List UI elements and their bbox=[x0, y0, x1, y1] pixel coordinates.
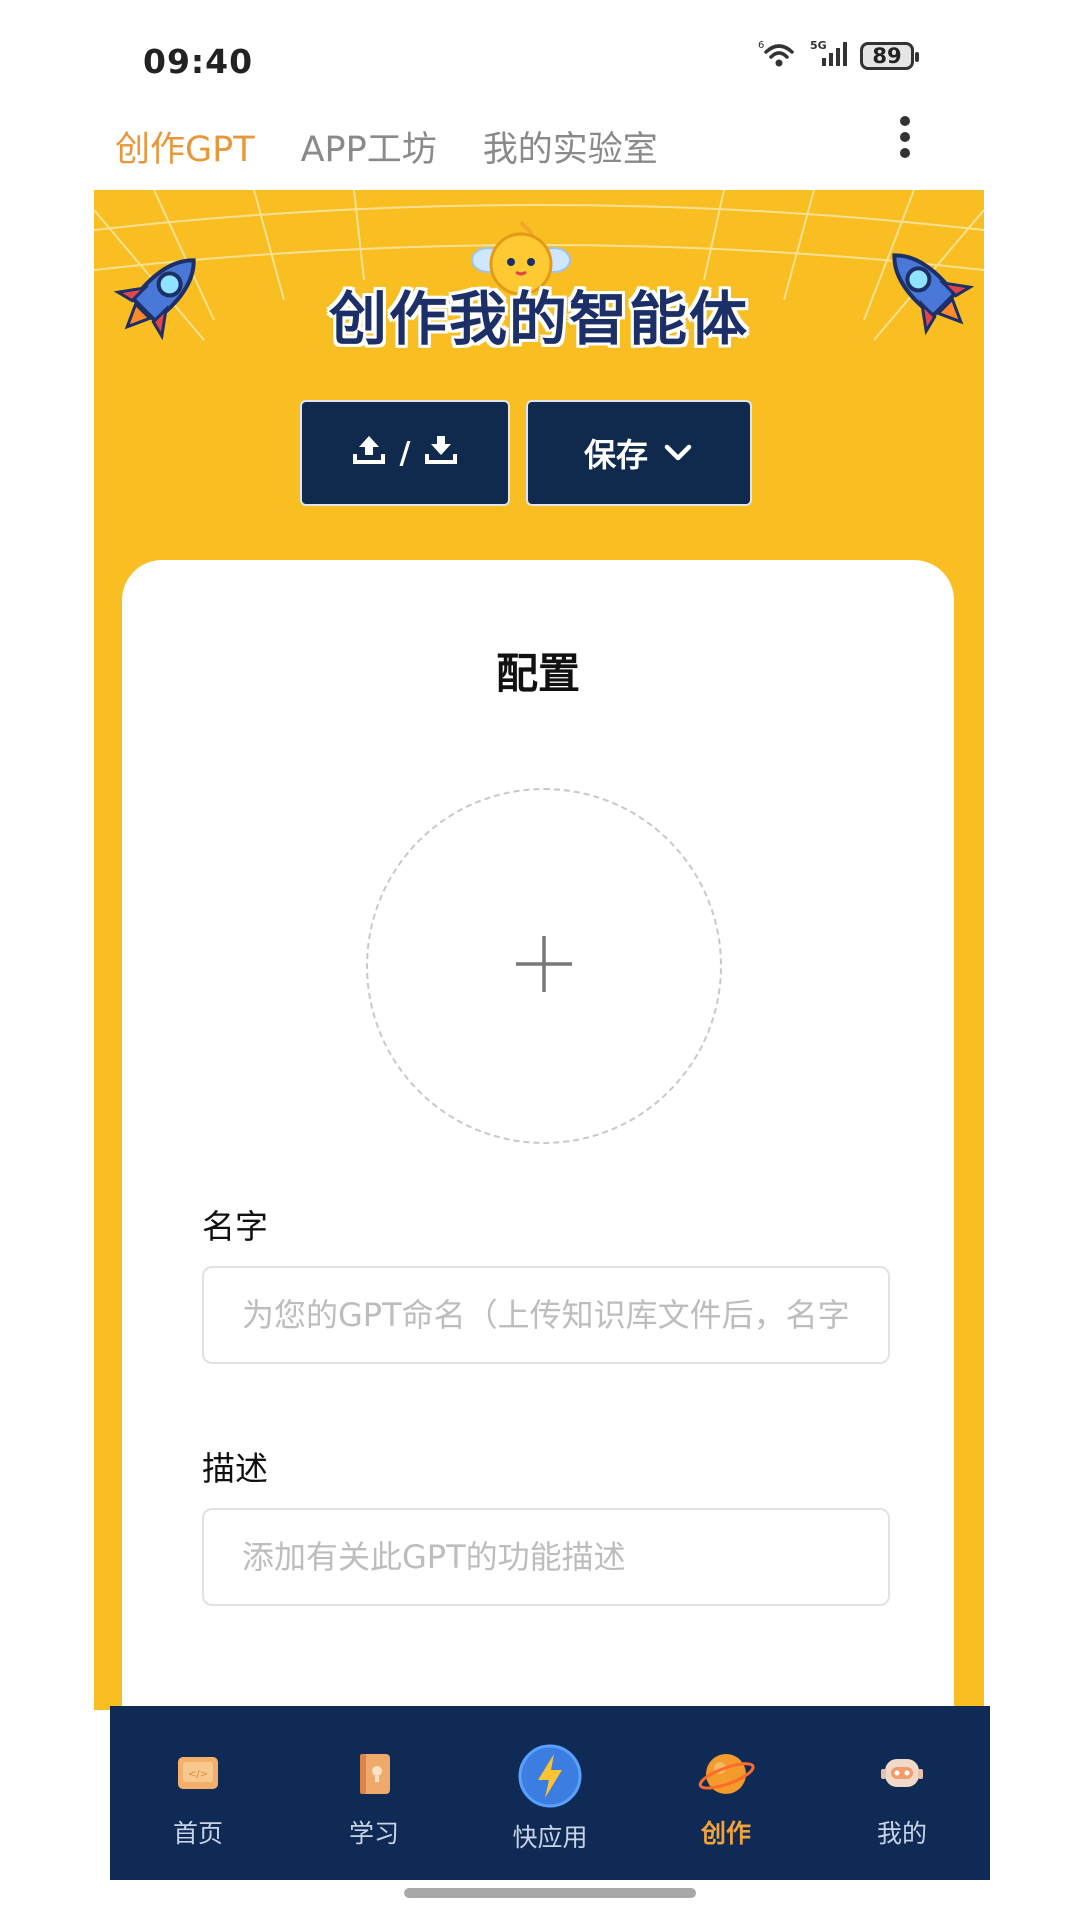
description-label: 描述 bbox=[202, 1449, 268, 1488]
create-agent-panel: 创作我的智能体 / 保存 配置 名字 为您的GPT命名（上传知识库文件后，名字 … bbox=[94, 190, 984, 1710]
banner: 创作我的智能体 bbox=[94, 190, 984, 380]
wifi-icon: 6 bbox=[758, 38, 800, 74]
network-type-label: 5G bbox=[810, 39, 827, 52]
action-toolbar: / 保存 bbox=[300, 400, 752, 506]
description-input[interactable] bbox=[202, 1508, 890, 1606]
battery-indicator: 89 bbox=[860, 42, 919, 70]
avatar-upload-button[interactable] bbox=[366, 788, 722, 1144]
name-label: 名字 bbox=[202, 1207, 268, 1246]
status-icons: 6 5G 89 bbox=[758, 38, 919, 74]
wifi-badge: 6 bbox=[758, 40, 764, 51]
nav-item-learn[interactable]: 学习 bbox=[299, 1744, 449, 1850]
status-bar: 09:40 6 5G 89 bbox=[0, 0, 1078, 110]
import-export-button[interactable]: / bbox=[300, 400, 510, 506]
cellular-signal-icon: 5G bbox=[808, 38, 852, 74]
more-dot-icon bbox=[900, 148, 910, 158]
save-dropdown-button[interactable]: 保存 bbox=[526, 400, 752, 506]
download-icon bbox=[424, 432, 458, 474]
nav-item-home[interactable]: </> 首页 bbox=[123, 1744, 273, 1850]
name-input[interactable] bbox=[202, 1266, 890, 1364]
import-export-separator: / bbox=[399, 435, 411, 471]
more-dot-icon bbox=[900, 132, 910, 142]
book-icon bbox=[344, 1744, 404, 1804]
more-dot-icon bbox=[900, 116, 910, 126]
nav-label-profile: 我的 bbox=[876, 1819, 927, 1848]
nav-label-learn: 学习 bbox=[348, 1819, 399, 1848]
robot-avatar-icon bbox=[872, 1744, 932, 1804]
nav-item-quick-apps[interactable]: 快应用 bbox=[475, 1744, 625, 1854]
bottom-nav-bar: </> 首页 学习 快应用 创作 我的 bbox=[110, 1706, 990, 1880]
banner-title: 创作我的智能体 bbox=[328, 285, 749, 353]
lightning-icon bbox=[518, 1744, 582, 1808]
nav-label-home: 首页 bbox=[172, 1819, 223, 1848]
svg-text:</>: </> bbox=[188, 1769, 208, 1780]
home-indicator[interactable] bbox=[404, 1888, 696, 1898]
chevron-down-icon bbox=[662, 434, 694, 472]
upload-icon bbox=[352, 432, 386, 474]
status-time: 09:40 bbox=[143, 42, 254, 81]
nav-label-quick-apps: 快应用 bbox=[512, 1823, 588, 1852]
config-title: 配置 bbox=[495, 649, 580, 698]
tab-my-lab[interactable]: 我的实验室 bbox=[483, 121, 658, 172]
save-label: 保存 bbox=[583, 436, 648, 474]
app-screen: 09:40 6 5G 89 创作GPT APP工坊 我的实验室 创作我的智能体 … bbox=[0, 0, 1078, 1916]
planet-icon bbox=[696, 1744, 756, 1804]
nav-item-profile[interactable]: 我的 bbox=[827, 1744, 977, 1850]
home-icon: </> bbox=[168, 1744, 228, 1804]
nav-item-create[interactable]: 创作 bbox=[651, 1744, 801, 1850]
nav-label-create: 创作 bbox=[700, 1819, 751, 1848]
top-tab-bar: 创作GPT APP工坊 我的实验室 bbox=[115, 118, 704, 174]
more-options-button[interactable] bbox=[890, 112, 920, 162]
tab-create-gpt[interactable]: 创作GPT bbox=[115, 121, 255, 172]
config-card: 配置 名字 描述 bbox=[122, 560, 954, 1710]
tab-app-workshop[interactable]: APP工坊 bbox=[301, 121, 437, 172]
battery-level: 89 bbox=[872, 44, 902, 68]
plus-icon bbox=[512, 932, 576, 1000]
